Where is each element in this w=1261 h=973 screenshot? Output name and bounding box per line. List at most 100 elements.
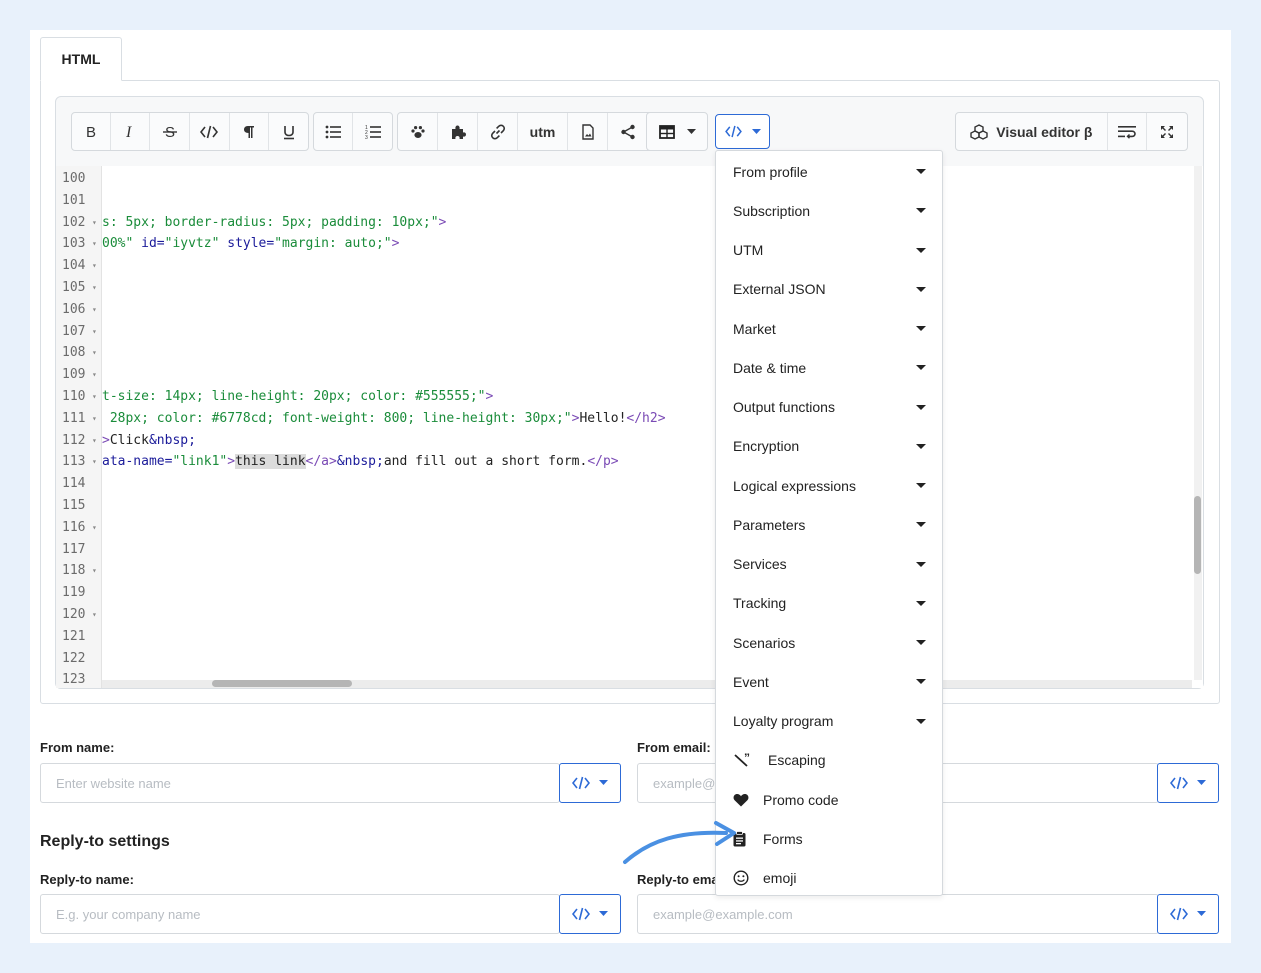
menu-item-escaping[interactable]: ” Escaping <box>716 741 942 780</box>
code-line[interactable]: 114 <box>56 473 1203 495</box>
code-line[interactable]: 107 ▾ <box>56 321 1203 343</box>
reply-to-name-input[interactable]: E.g. your company name <box>40 894 560 934</box>
code-line[interactable]: 122 <box>56 648 1203 670</box>
code-line[interactable]: 110 ▾ t-size: 14px; line-height: 20px; col… <box>56 386 1203 408</box>
menu-item-emoji[interactable]: emoji <box>716 859 942 898</box>
reply-to-email-input[interactable]: example@example.com <box>637 894 1159 934</box>
menu-item-output-functions[interactable]: Output functions <box>716 388 942 427</box>
italic-button[interactable]: I <box>111 113 151 150</box>
menu-item-external-json[interactable]: External JSON <box>716 270 942 309</box>
menu-item-event[interactable]: Event <box>716 662 942 701</box>
line-number: 107 <box>62 323 86 339</box>
line-number: 112 <box>62 432 86 448</box>
fold-toggle-icon[interactable]: ▾ <box>92 604 97 626</box>
strikethrough-button[interactable]: S <box>150 113 191 150</box>
fold-toggle-icon[interactable]: ▾ <box>92 408 97 430</box>
code-line[interactable]: 112 ▾ >Click&nbsp; <box>56 430 1203 452</box>
menu-item-encryption[interactable]: Encryption <box>716 427 942 466</box>
puzzle-button[interactable] <box>438 113 478 150</box>
code-line[interactable]: 123 <box>56 669 1203 688</box>
reply-to-name-insert-button[interactable] <box>559 894 621 934</box>
fold-toggle-icon[interactable]: ▾ <box>92 451 97 473</box>
code-line[interactable]: 118 ▾ <box>56 560 1203 582</box>
fold-toggle-icon[interactable]: ▾ <box>92 321 97 343</box>
fold-toggle-icon[interactable]: ▾ <box>92 386 97 408</box>
from-email-insert-button[interactable] <box>1157 763 1219 803</box>
fold-toggle-icon[interactable]: ▾ <box>92 517 97 539</box>
fullscreen-button[interactable] <box>1147 113 1187 150</box>
menu-item-parameters[interactable]: Parameters <box>716 505 942 544</box>
code-line[interactable]: 102 ▾ s: 5px; border-radius: 5px; padding:… <box>56 212 1203 234</box>
chevron-down-icon <box>1197 780 1206 785</box>
code-line[interactable]: 103 ▾ 00%" id="iyvtz" style="margin: auto;… <box>56 233 1203 255</box>
menu-item-label: Scenarios <box>733 634 796 651</box>
code-area[interactable]: 100 101 102 ▾ s: 5px; border-radius: 5px; pa… <box>56 166 1203 688</box>
code-text: >Click&nbsp; <box>102 430 196 452</box>
menu-item-scenarios[interactable]: Scenarios <box>716 623 942 662</box>
file-button[interactable] <box>568 113 608 150</box>
paw-button[interactable] <box>398 113 438 150</box>
code-line[interactable]: 105 ▾ <box>56 277 1203 299</box>
bullet-list-button[interactable] <box>314 113 354 150</box>
fold-toggle-icon[interactable]: ▾ <box>92 560 97 582</box>
code-line[interactable]: 117 <box>56 539 1203 561</box>
code-line[interactable]: 119 <box>56 582 1203 604</box>
fold-toggle-icon[interactable]: ▾ <box>92 233 97 255</box>
fold-toggle-icon[interactable]: ▾ <box>92 212 97 234</box>
utm-button[interactable]: utm <box>518 113 568 150</box>
fold-toggle-icon[interactable]: ▾ <box>92 364 97 386</box>
bold-button[interactable]: B <box>72 113 111 150</box>
from-name-input[interactable]: Enter website name <box>40 763 560 803</box>
line-number: 123 <box>62 672 86 688</box>
code-line[interactable]: 121 <box>56 626 1203 648</box>
fold-toggle-icon[interactable]: ▾ <box>92 430 97 452</box>
code-button[interactable] <box>190 113 230 150</box>
menu-item-market[interactable]: Market <box>716 309 942 348</box>
chevron-down-icon <box>751 128 761 134</box>
menu-item-from-profile[interactable]: From profile <box>716 152 942 191</box>
caret-down-icon <box>916 443 926 449</box>
chevron-down-icon <box>1197 911 1206 916</box>
code-line[interactable]: 111 ▾ 28px; color: #6778cd; font-weight: … <box>56 408 1203 430</box>
insert-variable-button[interactable] <box>716 115 769 148</box>
share-button[interactable] <box>608 113 648 150</box>
numbered-list-button[interactable]: 123 <box>353 113 392 150</box>
fold-toggle-icon[interactable]: ▾ <box>92 299 97 321</box>
tab-html[interactable]: HTML <box>40 37 122 81</box>
paragraph-button[interactable] <box>230 113 270 150</box>
reply-to-email-insert-button[interactable] <box>1157 894 1219 934</box>
caret-down-icon <box>916 169 926 174</box>
code-line[interactable]: 109 ▾ <box>56 364 1203 386</box>
fold-toggle-icon[interactable]: ▾ <box>92 277 97 299</box>
menu-item-promo-code[interactable]: Promo code <box>716 780 942 819</box>
code-line[interactable]: 104 ▾ <box>56 255 1203 277</box>
link-button[interactable] <box>478 113 518 150</box>
menu-item-utm[interactable]: UTM <box>716 231 942 270</box>
code-icon <box>572 776 590 790</box>
menu-item-label: UTM <box>733 242 764 258</box>
menu-item-loyalty-program[interactable]: Loyalty program <box>716 702 942 741</box>
visual-editor-button[interactable]: Visual editor β <box>956 113 1108 150</box>
menu-item-services[interactable]: Services <box>716 545 942 584</box>
fold-toggle-icon[interactable]: ▾ <box>92 255 97 277</box>
code-line[interactable]: 115 <box>56 495 1203 517</box>
code-line[interactable]: 120 ▾ <box>56 604 1203 626</box>
menu-item-logical-expressions[interactable]: Logical expressions <box>716 466 942 505</box>
fold-toggle-icon[interactable]: ▾ <box>92 342 97 364</box>
table-button[interactable] <box>647 113 707 150</box>
word-wrap-button[interactable] <box>1108 113 1148 150</box>
caret-down-icon <box>916 718 926 724</box>
from-name-insert-button[interactable] <box>559 763 621 803</box>
menu-item-forms[interactable]: Forms <box>716 819 942 858</box>
menu-item-subscription[interactable]: Subscription <box>716 191 942 230</box>
code-line[interactable]: 106 ▾ <box>56 299 1203 321</box>
menu-item-date-time[interactable]: Date & time <box>716 348 942 387</box>
menu-item-tracking[interactable]: Tracking <box>716 584 942 623</box>
underline-button[interactable] <box>269 113 308 150</box>
code-line[interactable]: 108 ▾ <box>56 342 1203 364</box>
code-line[interactable]: 101 <box>56 190 1203 212</box>
code-line[interactable]: 113 ▾ ata-name="link1">this link</a>&nbsp;… <box>56 451 1203 473</box>
code-line[interactable]: 100 <box>56 168 1203 190</box>
code-token: > <box>438 214 447 230</box>
code-line[interactable]: 116 ▾ <box>56 517 1203 539</box>
